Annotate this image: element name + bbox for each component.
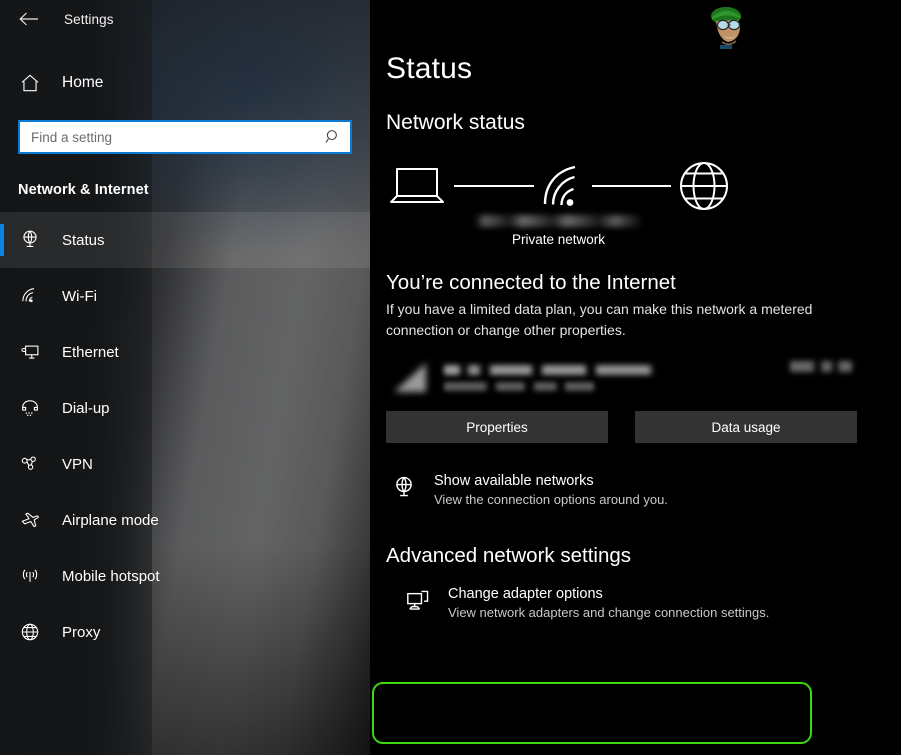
app-title: Settings <box>64 11 114 27</box>
show-available-networks-row[interactable]: Show available networks View the connect… <box>386 469 836 511</box>
sidebar-item-mobile-hotspot[interactable]: Mobile hotspot <box>0 548 370 604</box>
search-box[interactable] <box>18 120 352 154</box>
wifi-icon <box>540 163 586 209</box>
sidebar-item-status[interactable]: Status <box>0 212 370 268</box>
sidebar-item-ethernet[interactable]: Ethernet <box>0 324 370 380</box>
settings-window: Settings Home Find a setting Network & I… <box>0 0 901 755</box>
properties-button[interactable]: Properties <box>386 411 608 443</box>
sidebar-item-label: Airplane mode <box>62 511 159 529</box>
diagram-line-right <box>591 185 671 187</box>
wifi-icon <box>18 284 42 308</box>
sidebar-category-title: Network & Internet <box>18 182 149 198</box>
laptop-icon <box>386 164 448 208</box>
sidebar-item-label: Mobile hotspot <box>62 567 160 585</box>
search-input[interactable] <box>31 129 324 145</box>
sidebar-item-label-home: Home <box>62 74 104 91</box>
sidebar-item-label: VPN <box>62 455 93 473</box>
network-diagram: Private network <box>386 155 731 247</box>
vpn-icon <box>18 452 42 476</box>
adapter-icon <box>404 588 432 614</box>
change-adapter-options-row[interactable]: Change adapter options View network adap… <box>386 586 816 620</box>
sidebar-item-wifi[interactable]: Wi-Fi <box>0 268 370 324</box>
sidebar: Settings Home Find a setting Network & I… <box>0 0 370 755</box>
network-action-buttons: Properties Data usage <box>386 411 901 443</box>
sidebar-item-proxy[interactable]: Proxy <box>0 604 370 660</box>
network-entry-row[interactable] <box>386 355 866 401</box>
wifi-signal-icon <box>390 361 430 395</box>
network-usage-redacted <box>790 361 852 372</box>
sidebar-item-label: Ethernet <box>62 343 119 361</box>
diagram-line-left <box>454 185 534 187</box>
sidebar-item-label: Proxy <box>62 623 101 641</box>
titlebar: Settings <box>0 0 370 38</box>
show-available-networks-description: View the connection options around you. <box>434 492 668 507</box>
change-adapter-options-title: Change adapter options <box>448 586 603 602</box>
sidebar-item-vpn[interactable]: VPN <box>0 436 370 492</box>
connected-description: If you have a limited data plan, you can… <box>386 301 813 338</box>
change-adapter-options-description: View network adapters and change connect… <box>448 605 770 620</box>
watermark-logo <box>700 3 752 49</box>
sidebar-item-dialup[interactable]: Dial-up <box>0 380 370 436</box>
sidebar-item-label: Wi-Fi <box>62 287 97 305</box>
network-entry-text-redacted <box>444 365 776 391</box>
search-icon[interactable] <box>324 128 342 146</box>
airplane-icon <box>18 508 42 532</box>
dial-up-icon <box>18 396 42 420</box>
back-arrow-icon[interactable] <box>16 6 42 32</box>
page-title: Status <box>386 52 473 85</box>
network-status-heading: Network status <box>386 111 525 134</box>
highlight-annotation <box>372 682 812 744</box>
ethernet-icon <box>18 340 42 364</box>
network-type-label: Private network <box>511 232 606 247</box>
show-available-networks-title: Show available networks <box>434 473 594 489</box>
home-icon <box>18 71 42 95</box>
sidebar-item-label: Dial-up <box>62 399 110 417</box>
network-status-icon <box>390 475 418 501</box>
sidebar-nav: Status Wi-Fi Ethernet Dial-up VPN Airpla… <box>0 212 370 660</box>
sidebar-item-airplane-mode[interactable]: Airplane mode <box>0 492 370 548</box>
globe-icon <box>677 159 731 213</box>
globe-icon <box>18 620 42 644</box>
network-status-icon <box>18 228 42 252</box>
sidebar-item-label: Status <box>62 231 105 249</box>
network-name-redacted <box>474 215 643 227</box>
connected-heading: You’re connected to the Internet <box>386 271 676 294</box>
advanced-network-settings-heading: Advanced network settings <box>386 544 631 567</box>
main-content: Status Network status Private network Yo… <box>370 0 901 755</box>
data-usage-button[interactable]: Data usage <box>635 411 857 443</box>
hotspot-icon <box>18 564 42 588</box>
sidebar-item-home[interactable]: Home <box>0 60 370 106</box>
